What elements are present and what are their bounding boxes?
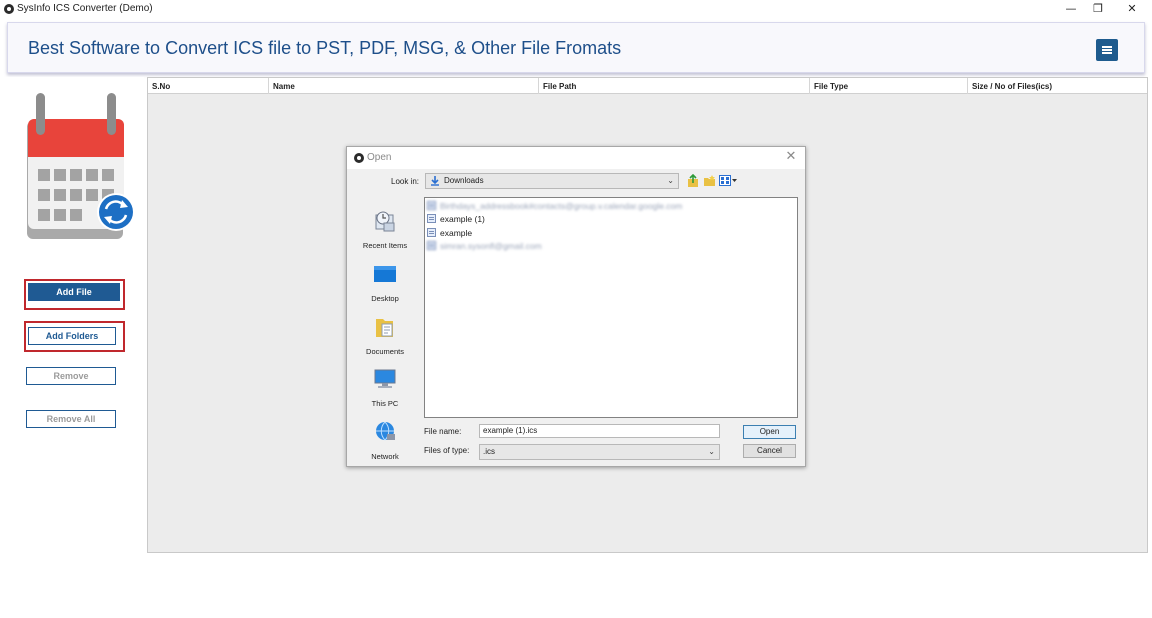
- list-item[interactable]: simran.sysonfl@gmail.com: [427, 240, 542, 252]
- places-bar: Recent Items Desktop Documents This PC N…: [354, 197, 416, 461]
- calendar-file-icon: [427, 228, 436, 237]
- network-icon: [376, 421, 395, 441]
- place-recent-items[interactable]: Recent Items: [354, 205, 416, 255]
- list-item[interactable]: Birthdays_addressbook#contacts@group.v.c…: [427, 200, 682, 212]
- app-logo-icon: [4, 4, 14, 14]
- restore-button[interactable]: ❐: [1081, 0, 1115, 18]
- calendar-file-icon: [427, 214, 436, 223]
- place-label: Desktop: [371, 294, 399, 303]
- dialog-app-icon: [354, 153, 364, 163]
- column-header-sno[interactable]: S.No: [148, 78, 269, 94]
- menu-icon: [1102, 46, 1112, 48]
- calendar-file-icon: [427, 201, 436, 210]
- app-window: SysInfo ICS Converter (Demo) — ❐ ✕ Best …: [0, 0, 1152, 618]
- place-label: This PC: [371, 399, 399, 408]
- open-file-dialog: Open ✕ Look in: Downloads ⌄ Recent Items…: [346, 146, 806, 467]
- window-title: SysInfo ICS Converter (Demo): [17, 3, 153, 14]
- open-button[interactable]: Open: [743, 425, 796, 439]
- chevron-down-icon: ⌄: [708, 447, 715, 456]
- documents-icon: [376, 319, 393, 337]
- calendar-sync-icon: [24, 89, 142, 239]
- place-network[interactable]: Network: [354, 416, 416, 466]
- remove-all-button[interactable]: Remove All: [26, 410, 116, 428]
- download-arrow-icon: [431, 176, 439, 186]
- file-name-input[interactable]: example (1).ics: [479, 424, 720, 438]
- header-banner: Best Software to Convert ICS file to PST…: [7, 22, 1145, 73]
- file-type-label: Files of type:: [424, 446, 470, 455]
- place-label: Documents: [366, 347, 404, 356]
- calendar-file-icon: [427, 241, 436, 250]
- recent-items-icon: [375, 211, 395, 232]
- list-item[interactable]: example (1): [427, 213, 485, 225]
- dialog-close-button[interactable]: ✕: [783, 149, 799, 165]
- title-bar: SysInfo ICS Converter (Demo) — ❐ ✕: [0, 0, 1152, 18]
- file-name-label: File name:: [424, 427, 462, 436]
- dialog-title: Open: [367, 152, 392, 163]
- place-desktop[interactable]: Desktop: [354, 258, 416, 308]
- column-header-file-type[interactable]: File Type: [810, 78, 968, 94]
- place-documents[interactable]: Documents: [354, 311, 416, 361]
- menu-button[interactable]: [1096, 39, 1118, 61]
- add-folders-button[interactable]: Add Folders: [28, 327, 116, 345]
- grid-header: S.No Name File Path File Type Size / No …: [148, 78, 1147, 94]
- place-this-pc[interactable]: This PC: [354, 363, 416, 413]
- page-title: Best Software to Convert ICS file to PST…: [28, 38, 622, 58]
- view-menu-icon[interactable]: [719, 175, 737, 186]
- add-file-button[interactable]: Add File: [28, 283, 120, 301]
- place-label: Network: [371, 452, 399, 461]
- column-header-file-path[interactable]: File Path: [539, 78, 810, 94]
- dialog-title-bar: Open ✕: [347, 147, 805, 169]
- new-folder-icon[interactable]: [703, 174, 716, 187]
- look-in-select[interactable]: Downloads ⌄: [425, 173, 679, 189]
- list-item[interactable]: example: [427, 227, 472, 239]
- file-type-value: .ics: [483, 447, 495, 456]
- computer-icon: [374, 369, 396, 388]
- file-type-select[interactable]: .ics ⌄: [479, 444, 720, 460]
- column-header-name[interactable]: Name: [269, 78, 539, 94]
- look-in-label: Look in:: [391, 177, 420, 186]
- remove-button[interactable]: Remove: [26, 367, 116, 385]
- look-in-value: Downloads: [444, 176, 484, 185]
- up-one-level-icon[interactable]: [687, 174, 699, 187]
- cancel-button[interactable]: Cancel: [743, 444, 796, 458]
- close-button[interactable]: ✕: [1115, 0, 1149, 18]
- column-header-size[interactable]: Size / No of Files(ics): [968, 78, 1147, 94]
- desktop-icon: [374, 266, 396, 282]
- place-label: Recent Items: [362, 241, 408, 250]
- left-panel: Add File Add Folders Remove Remove All: [4, 77, 144, 613]
- file-list[interactable]: Birthdays_addressbook#contacts@group.v.c…: [424, 197, 798, 418]
- chevron-down-icon: ⌄: [667, 176, 674, 185]
